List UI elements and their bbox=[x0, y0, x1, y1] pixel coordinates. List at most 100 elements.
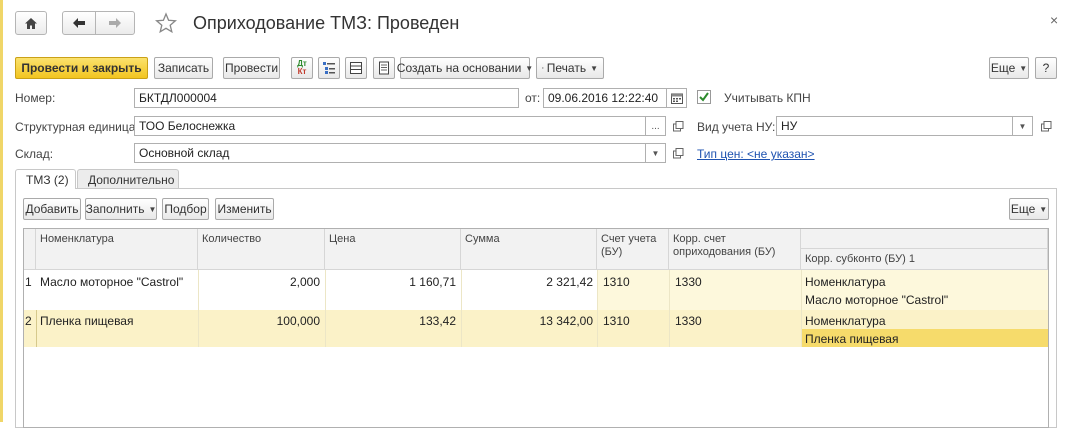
cell-price[interactable]: 1 160,71 bbox=[325, 275, 460, 289]
row-number: 2 bbox=[23, 314, 36, 328]
home-button[interactable] bbox=[15, 11, 47, 35]
help-button[interactable]: ? bbox=[1035, 57, 1057, 79]
cell-corr-account[interactable]: 1330 bbox=[671, 314, 706, 328]
cell-account[interactable]: 1310 bbox=[599, 314, 634, 328]
kpn-checkbox[interactable] bbox=[697, 90, 711, 104]
forward-button[interactable] bbox=[95, 11, 135, 35]
table-more-dropdown[interactable]: Еще ▼ bbox=[1009, 198, 1049, 220]
column-header-price[interactable]: Цена bbox=[325, 229, 461, 270]
report-button[interactable] bbox=[345, 57, 367, 79]
chevron-down-icon: ▼ bbox=[652, 149, 660, 158]
checkmark-icon bbox=[698, 91, 710, 103]
document-icon bbox=[377, 61, 391, 75]
cell-sum[interactable]: 2 321,42 bbox=[461, 275, 597, 289]
cell-corr-account[interactable]: 1330 bbox=[671, 275, 706, 289]
create-based-on-dropdown[interactable]: Создать на основании▼ bbox=[400, 57, 530, 79]
open-icon bbox=[673, 121, 684, 132]
column-divider bbox=[669, 270, 670, 347]
calendar-button[interactable] bbox=[667, 88, 687, 108]
structure-button[interactable] bbox=[318, 57, 340, 79]
print-label: Печать bbox=[547, 61, 586, 75]
cell-subconto-value[interactable]: Пленка пищевая bbox=[801, 332, 902, 346]
close-button[interactable]: × bbox=[1050, 12, 1058, 28]
structural-unit-open-button[interactable] bbox=[671, 119, 685, 133]
cell-item[interactable]: Пленка пищевая bbox=[36, 314, 137, 328]
column-header-sum[interactable]: Сумма bbox=[461, 229, 597, 270]
dt-icon-bottom: Кт bbox=[297, 68, 307, 76]
table-report-icon bbox=[349, 61, 363, 75]
column-divider bbox=[461, 270, 462, 347]
tab-tmz[interactable]: ТМЗ (2) bbox=[15, 169, 76, 189]
tab-additional[interactable]: Дополнительно bbox=[77, 169, 179, 189]
column-header-index bbox=[24, 229, 36, 270]
favorite-star-button[interactable] bbox=[155, 12, 177, 37]
warehouse-label: Склад: bbox=[15, 147, 53, 161]
date-field[interactable]: 09.06.2016 12:22:40 bbox=[543, 88, 667, 108]
column-divider bbox=[801, 270, 802, 347]
cell-subconto-value[interactable]: Масло моторное "Castrol" bbox=[801, 293, 952, 307]
table-more-label: Еще bbox=[1011, 202, 1035, 216]
cell-item[interactable]: Масло моторное "Castrol" bbox=[36, 275, 187, 289]
cell-quantity[interactable]: 100,000 bbox=[198, 314, 324, 328]
nu-field[interactable]: НУ bbox=[776, 116, 1013, 136]
column-header-quantity[interactable]: Количество bbox=[198, 229, 325, 270]
cell-quantity[interactable]: 2,000 bbox=[198, 275, 324, 289]
cell-subconto-type[interactable]: Номенклатура bbox=[801, 314, 890, 328]
column-header-account[interactable]: Счет учета (БУ) bbox=[597, 229, 669, 270]
cell-price[interactable]: 133,42 bbox=[325, 314, 460, 328]
nu-dropdown-button[interactable]: ▼ bbox=[1013, 116, 1033, 136]
more-dropdown[interactable]: Еще▼ bbox=[989, 57, 1029, 79]
save-button[interactable]: Записать bbox=[154, 57, 213, 79]
structural-unit-field[interactable]: ТОО Белоснежка bbox=[134, 116, 646, 136]
price-type-link[interactable]: Тип цен: <не указан> bbox=[697, 147, 815, 161]
chevron-down-icon: ▼ bbox=[1039, 205, 1047, 214]
warehouse-field[interactable]: Основной склад bbox=[134, 143, 646, 163]
dt-kt-movements-button[interactable]: Дт Кт bbox=[291, 57, 313, 79]
star-icon bbox=[155, 12, 177, 34]
cell-sum[interactable]: 13 342,00 bbox=[461, 314, 597, 328]
column-header-subconto-1[interactable]: Корр. субконто (БУ) 1 bbox=[801, 249, 1048, 270]
ellipsis-icon: ... bbox=[651, 121, 659, 132]
arrow-left-icon bbox=[72, 17, 86, 29]
dt-kt-icon: Дт Кт bbox=[297, 60, 307, 76]
column-header-subconto-group bbox=[801, 229, 1048, 249]
column-divider bbox=[597, 270, 598, 347]
warehouse-open-button[interactable] bbox=[671, 146, 685, 160]
post-and-close-button[interactable]: Провести и закрыть bbox=[15, 57, 148, 79]
home-icon bbox=[24, 17, 38, 30]
cell-subconto-type[interactable]: Номенклатура bbox=[801, 275, 890, 289]
chevron-down-icon: ▼ bbox=[1019, 64, 1027, 73]
items-table[interactable]: Номенклатура Количество Цена Сумма Счет … bbox=[23, 228, 1049, 428]
nu-open-button[interactable] bbox=[1039, 119, 1053, 133]
nu-label: Вид учета НУ: bbox=[697, 120, 775, 134]
change-button[interactable]: Изменить bbox=[215, 198, 274, 220]
structural-unit-label: Структурная единица: bbox=[15, 120, 139, 134]
arrow-right-icon bbox=[108, 17, 122, 29]
chevron-down-icon: ▼ bbox=[149, 205, 157, 214]
number-label: Номер: bbox=[15, 91, 55, 105]
window-left-border bbox=[0, 0, 3, 422]
fill-dropdown[interactable]: Заполнить ▼ bbox=[85, 198, 157, 220]
pick-button[interactable]: Подбор bbox=[162, 198, 209, 220]
fill-label: Заполнить bbox=[86, 202, 145, 216]
column-divider bbox=[198, 270, 199, 347]
chevron-down-icon: ▼ bbox=[1019, 122, 1027, 131]
column-divider bbox=[325, 270, 326, 347]
list-tree-icon bbox=[322, 61, 336, 75]
open-icon bbox=[1041, 121, 1052, 132]
column-header-item[interactable]: Номенклатура bbox=[36, 229, 198, 270]
warehouse-dropdown-button[interactable]: ▼ bbox=[646, 143, 666, 163]
column-header-corr-account[interactable]: Корр. счет оприходования (БУ) bbox=[669, 229, 801, 270]
print-dropdown[interactable]: Печать ▼ bbox=[536, 57, 604, 79]
open-icon bbox=[673, 148, 684, 159]
structural-unit-select-button[interactable]: ... bbox=[646, 116, 666, 136]
cell-account[interactable]: 1310 bbox=[599, 275, 634, 289]
add-row-button[interactable]: Добавить bbox=[23, 198, 81, 220]
post-button[interactable]: Провести bbox=[223, 57, 280, 79]
back-button[interactable] bbox=[62, 11, 96, 35]
create-based-on-label: Создать на основании bbox=[397, 61, 522, 75]
document-button[interactable] bbox=[373, 57, 395, 79]
chevron-down-icon: ▼ bbox=[525, 64, 533, 73]
number-field[interactable]: БКТДЛ000004 bbox=[134, 88, 519, 108]
chevron-down-icon: ▼ bbox=[590, 64, 598, 73]
